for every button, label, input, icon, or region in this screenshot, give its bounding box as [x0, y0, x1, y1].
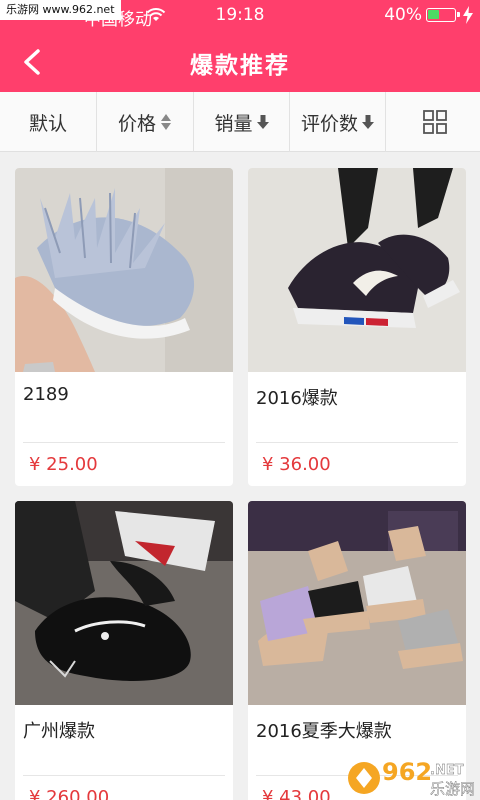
grid-view-icon — [423, 110, 447, 134]
product-image-black-sneaker — [248, 168, 466, 372]
card-divider — [23, 775, 225, 776]
sort-default-tab[interactable]: 默认 — [0, 92, 97, 152]
card-divider — [23, 442, 225, 443]
watermark-cn: 乐游网 — [430, 780, 475, 798]
battery-percentage: 40% — [384, 5, 422, 25]
product-price: ¥ 36.00 — [262, 454, 331, 475]
battery-cap — [457, 12, 460, 17]
sort-reviews-label: 评价数 — [300, 112, 358, 135]
sort-sales-label: 销量 — [214, 112, 253, 135]
status-bar: 乐游网 www.962.net 中国移动 19:18 40% — [0, 0, 480, 32]
sort-up-down-icon — [161, 114, 171, 130]
product-name: 2016夏季大爆款 — [256, 721, 392, 742]
watermark-logo: 962 .NET 乐游网 — [348, 758, 475, 798]
sort-price-label: 价格 — [117, 112, 156, 135]
sort-reviews-tab[interactable]: 评价数 — [290, 92, 386, 152]
card-divider — [256, 442, 458, 443]
product-image-patent-loafer — [15, 501, 233, 705]
battery-icon — [426, 8, 460, 22]
product-name: 2189 — [23, 384, 69, 405]
sort-default-label: 默认 — [28, 112, 67, 135]
product-price: ¥ 43.00 — [262, 787, 331, 800]
watermark-net: .NET — [430, 763, 464, 778]
nav-bar: 爆款推荐 — [0, 32, 480, 92]
product-price: ¥ 260.00 — [29, 787, 110, 800]
grid-view-toggle[interactable] — [386, 92, 480, 152]
product-image-denim-slipon — [15, 168, 233, 372]
watermark-top: 乐游网 www.962.net — [0, 0, 121, 20]
product-image-metallic-slides — [248, 501, 466, 705]
battery-level — [428, 10, 439, 19]
product-card[interactable]: 2016爆款 ¥ 36.00 — [248, 168, 466, 486]
sort-sales-tab[interactable]: 销量 — [194, 92, 290, 152]
product-price: ¥ 25.00 — [29, 454, 98, 475]
sort-down-icon — [256, 115, 269, 129]
product-name: 2016爆款 — [256, 388, 338, 409]
sort-bar: 默认 价格 销量 评价数 — [0, 92, 480, 152]
product-name: 广州爆款 — [23, 721, 95, 742]
charging-icon — [463, 6, 473, 24]
page-title: 爆款推荐 — [190, 53, 290, 79]
sort-down-icon — [362, 115, 374, 129]
product-card[interactable]: 广州爆款 ¥ 260.00 — [15, 501, 233, 800]
header: 乐游网 www.962.net 中国移动 19:18 40% 爆款推荐 — [0, 0, 480, 92]
watermark-number: 962 — [382, 758, 432, 786]
sort-price-tab[interactable]: 价格 — [97, 92, 194, 152]
product-card[interactable]: 2189 ¥ 25.00 — [15, 168, 233, 486]
